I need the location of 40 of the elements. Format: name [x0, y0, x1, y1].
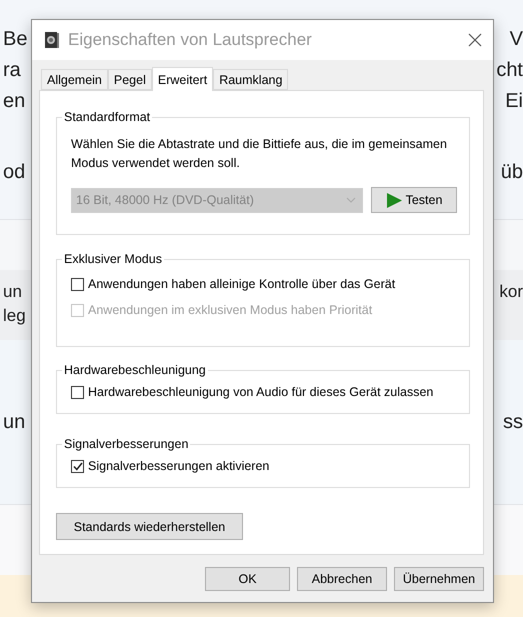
tab[interactable]: Pegel — [108, 69, 152, 90]
dialog-button[interactable]: OK — [205, 567, 290, 591]
page-text: un — [3, 281, 22, 303]
option-label: Anwendungen haben alleinige Kontrolle über das Gerät — [88, 277, 396, 291]
play-icon — [386, 192, 403, 208]
option-label: Anwendungen im exklusiven Modus haben Priorität — [88, 303, 372, 317]
close-icon[interactable] — [467, 32, 483, 48]
chevron-icon — [346, 197, 356, 203]
page-text: üb — [500, 160, 523, 184]
page-text: ra — [3, 58, 21, 83]
option-label: Hardwarebeschleunigung von Audio für dieses Gerät zulassen — [88, 385, 434, 399]
page-text: Ei — [505, 89, 523, 114]
page-text: V — [510, 27, 523, 52]
page-text: od — [3, 160, 26, 184]
group-title: Exklusiver Modus — [62, 252, 164, 266]
tab[interactable]: Allgemein — [41, 69, 108, 90]
speaker-icon — [44, 31, 60, 49]
dialog-button[interactable]: Abbrechen — [297, 567, 387, 591]
option-label: Signalverbesserungen aktivieren — [88, 459, 270, 473]
group-title: Hardwarebeschleunigung — [62, 363, 208, 377]
page-text: kor — [499, 281, 523, 303]
checkbox[interactable] — [71, 278, 84, 290]
checkbox[interactable] — [71, 386, 84, 398]
check-icon — [72, 462, 82, 470]
page-text: leg — [3, 305, 26, 327]
page-text: Be — [3, 27, 28, 52]
checkbox[interactable] — [71, 460, 84, 472]
page-text: en — [3, 89, 26, 114]
group-title: Standardformat — [62, 110, 152, 124]
description-text: Wählen Sie die Abtastrate und die Bittiefe aus, die im gemeinsamen Modus verwendet werden soll. — [71, 136, 448, 172]
group-title: Signalverbesserungen — [62, 437, 190, 451]
restore-defaults-button[interactable]: Standards wiederherstellen — [56, 513, 243, 540]
page-text: ss — [503, 410, 523, 434]
page-text: cht — [496, 58, 523, 83]
page-text: un — [3, 410, 26, 434]
tab[interactable]: Erweitert — [152, 67, 214, 91]
test-button[interactable]: Testen — [371, 187, 457, 213]
dialog-button[interactable]: Übernehmen — [394, 567, 484, 591]
tab[interactable]: Raumklang — [213, 69, 288, 90]
window-title: Eigenschaften von Lautsprecher — [68, 30, 313, 50]
